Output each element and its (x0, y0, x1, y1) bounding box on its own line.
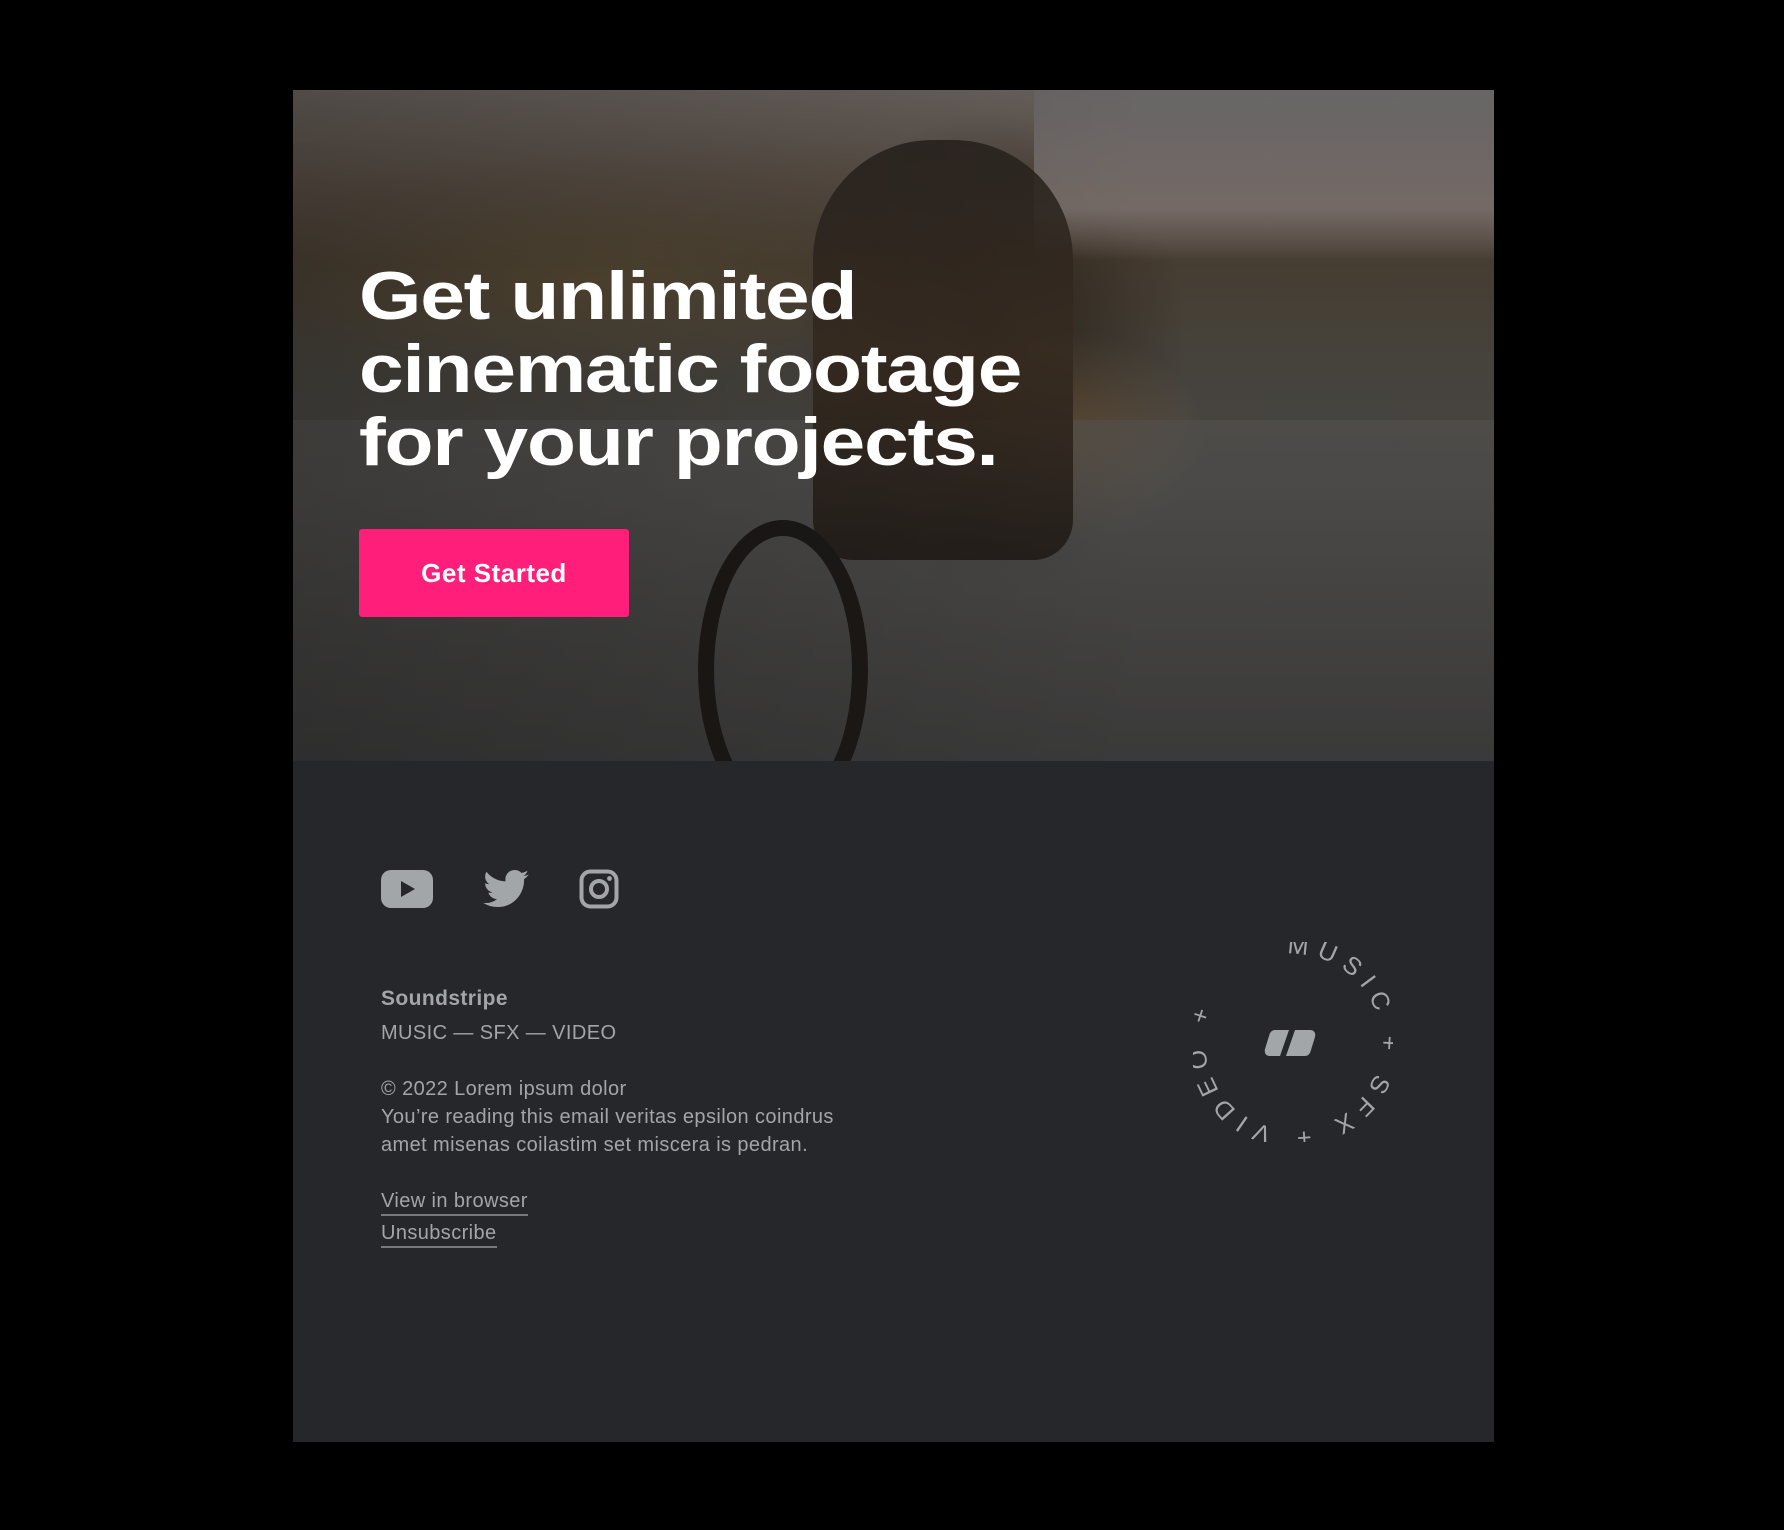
youtube-icon (381, 870, 433, 908)
headline-line: Get unlimited (359, 258, 858, 334)
hero-banner: Get unlimited cinematic footage for your… (293, 90, 1494, 761)
headline-line: for your projects. (359, 404, 999, 480)
email-card: Get unlimited cinematic footage for your… (293, 90, 1494, 1442)
brand-name: Soundstripe (381, 987, 508, 1010)
footer-info: Soundstripe MUSIC — SFX — VIDEO © 2022 L… (381, 985, 834, 1251)
hero-headline: Get unlimited cinematic footage for your… (359, 258, 1022, 480)
footer: Soundstripe MUSIC — SFX — VIDEO © 2022 L… (293, 761, 1494, 1442)
footer-body-line: amet misenas coilastim set miscera is pe… (381, 1134, 809, 1156)
copyright-text: © 2022 Lorem ipsum dolor (381, 1078, 627, 1100)
music-sfx-video-badge: MUSIC + SFX + VIDEO + (1193, 942, 1393, 1142)
twitter-icon (483, 869, 529, 908)
instagram-link[interactable] (579, 869, 619, 909)
unsubscribe-link[interactable]: Unsubscribe (381, 1221, 497, 1248)
footer-copy: © 2022 Lorem ipsum dolor You’re reading … (381, 1075, 834, 1159)
social-links (381, 869, 669, 909)
youtube-link[interactable] (381, 870, 433, 908)
twitter-link[interactable] (483, 869, 529, 908)
footer-body-line: You’re reading this email veritas epsilo… (381, 1106, 834, 1128)
headline-line: cinematic footage (359, 331, 1022, 407)
soundstripe-logo-icon (1264, 1030, 1316, 1056)
get-started-button[interactable]: Get Started (359, 529, 629, 617)
brand-tagline: MUSIC — SFX — VIDEO (381, 1022, 617, 1044)
view-in-browser-link[interactable]: View in browser (381, 1189, 528, 1216)
instagram-icon (579, 869, 619, 909)
